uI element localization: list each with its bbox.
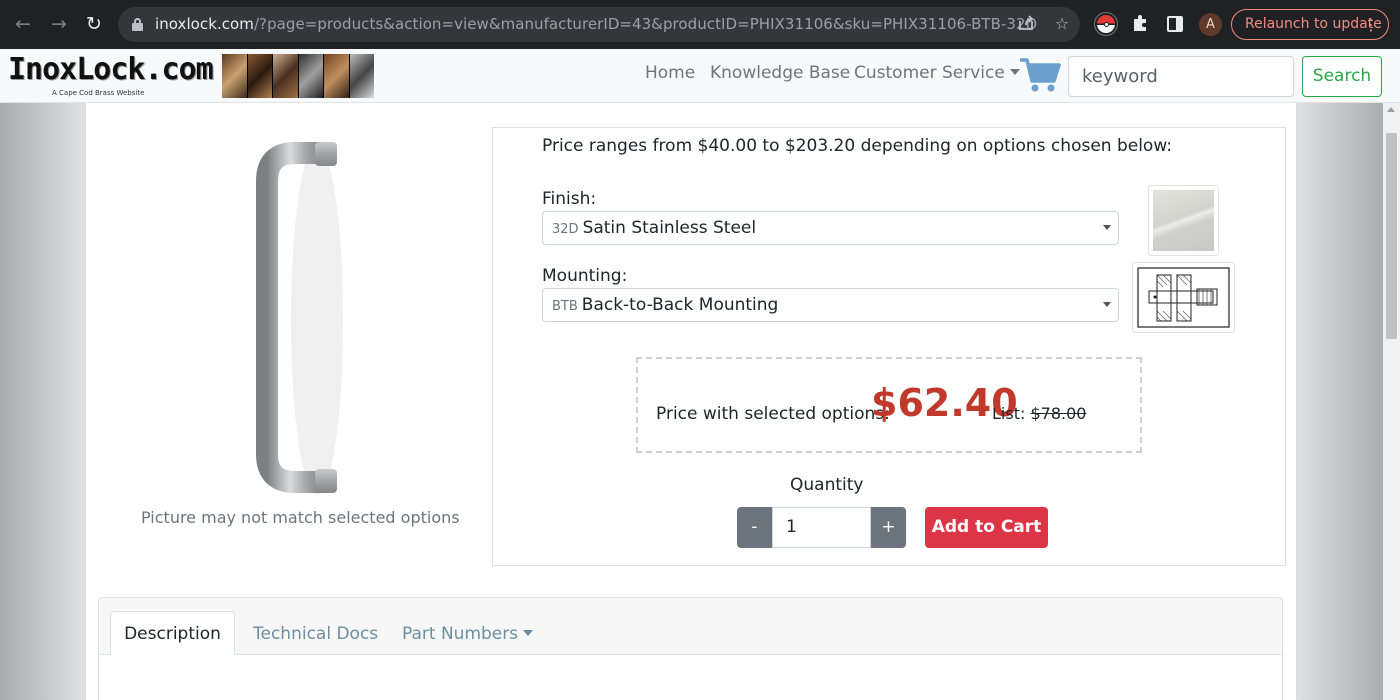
browser-toolbar: ← → ↻ inoxlock.com/?page=products&action… [0,0,1400,49]
quantity-input[interactable]: 1 [772,507,871,548]
mounting-select[interactable]: BTB Back-to-Back Mounting [542,288,1119,322]
side-panel-icon[interactable] [1167,16,1183,32]
tab-technical-docs[interactable]: Technical Docs [253,624,378,644]
quantity-label: Quantity [790,475,864,495]
satin-steel-swatch [1153,190,1214,251]
scroll-up-arrow-icon[interactable] [1387,107,1395,112]
mounting-diagram-thumbnail[interactable] [1132,262,1235,333]
list-price-label: List: $78.00 [992,404,1086,423]
reload-icon[interactable]: ↻ [82,12,106,36]
forward-arrow-icon[interactable]: → [47,12,71,36]
chevron-down-icon [1103,225,1111,230]
nav-knowledge-base[interactable]: Knowledge Base [710,63,850,83]
search-input[interactable] [1068,56,1294,97]
chevron-down-icon [523,630,534,636]
scrollbar-thumb[interactable] [1386,133,1397,339]
quantity-decrement-button[interactable]: - [737,507,772,548]
finish-swatch-thumbnail[interactable] [1148,185,1219,256]
price-with-options-label: Price with selected options: [656,404,890,424]
logo-product-photos[interactable] [222,54,374,98]
image-caption: Picture may not match selected options [141,508,460,527]
price-range-text: Price ranges from $40.00 to $203.20 depe… [542,136,1173,156]
site-navbar: InoxLock.com A Cape Cod Brass Website Ho… [0,49,1400,103]
site-logo-subtext: A Cape Cod Brass Website [52,89,145,97]
mounting-value: Back-to-Back Mounting [581,295,779,315]
address-bar[interactable]: inoxlock.com/?page=products&action=view&… [118,7,1080,42]
chevron-down-icon [1103,302,1111,307]
url-path: /?page=products&action=view&manufacturer… [253,15,1038,33]
add-to-cart-button[interactable]: Add to Cart [925,507,1048,548]
lock-icon[interactable] [132,18,143,31]
url-text[interactable]: inoxlock.com/?page=products&action=view&… [155,15,1037,33]
tab-part-numbers[interactable]: Part Numbers [402,624,534,644]
list-label-text: List: [992,404,1026,423]
search-button[interactable]: Search [1302,56,1382,97]
tab-part-numbers-label: Part Numbers [402,624,519,644]
nav-customer-service[interactable]: Customer Service [854,63,1020,83]
nav-home[interactable]: Home [645,63,695,83]
mounting-label: Mounting: [542,266,628,286]
share-icon[interactable] [1016,14,1036,34]
pokeball-extension-icon[interactable] [1094,12,1118,36]
back-arrow-icon[interactable]: ← [11,12,35,36]
kebab-menu-icon[interactable]: ⋮ [1363,10,1379,39]
url-domain: inoxlock.com [155,15,254,33]
list-price: $78.00 [1030,404,1087,423]
relaunch-label: Relaunch to update [1245,16,1382,32]
nav-customer-service-label: Customer Service [854,63,1005,83]
finish-code: 32D [552,222,579,237]
shopping-cart-icon[interactable] [1018,56,1062,94]
finish-value: Satin Stainless Steel [582,218,757,238]
mounting-code: BTB [552,299,578,314]
quantity-increment-button[interactable]: + [871,507,906,548]
product-image [245,135,345,500]
finish-label: Finish: [542,189,597,209]
mounting-diagram-icon [1137,267,1230,328]
tab-description[interactable]: Description [110,611,235,655]
avatar[interactable]: A [1199,13,1222,36]
tab-content [99,654,1282,700]
finish-select[interactable]: 32D Satin Stainless Steel [542,211,1119,245]
relaunch-button[interactable]: Relaunch to update ⋮ [1231,9,1389,40]
site-logo[interactable]: InoxLock.com [8,52,214,87]
page-scrollbar[interactable] [1383,103,1400,700]
star-icon[interactable]: ☆ [1052,14,1072,34]
puzzle-icon[interactable] [1129,13,1151,35]
